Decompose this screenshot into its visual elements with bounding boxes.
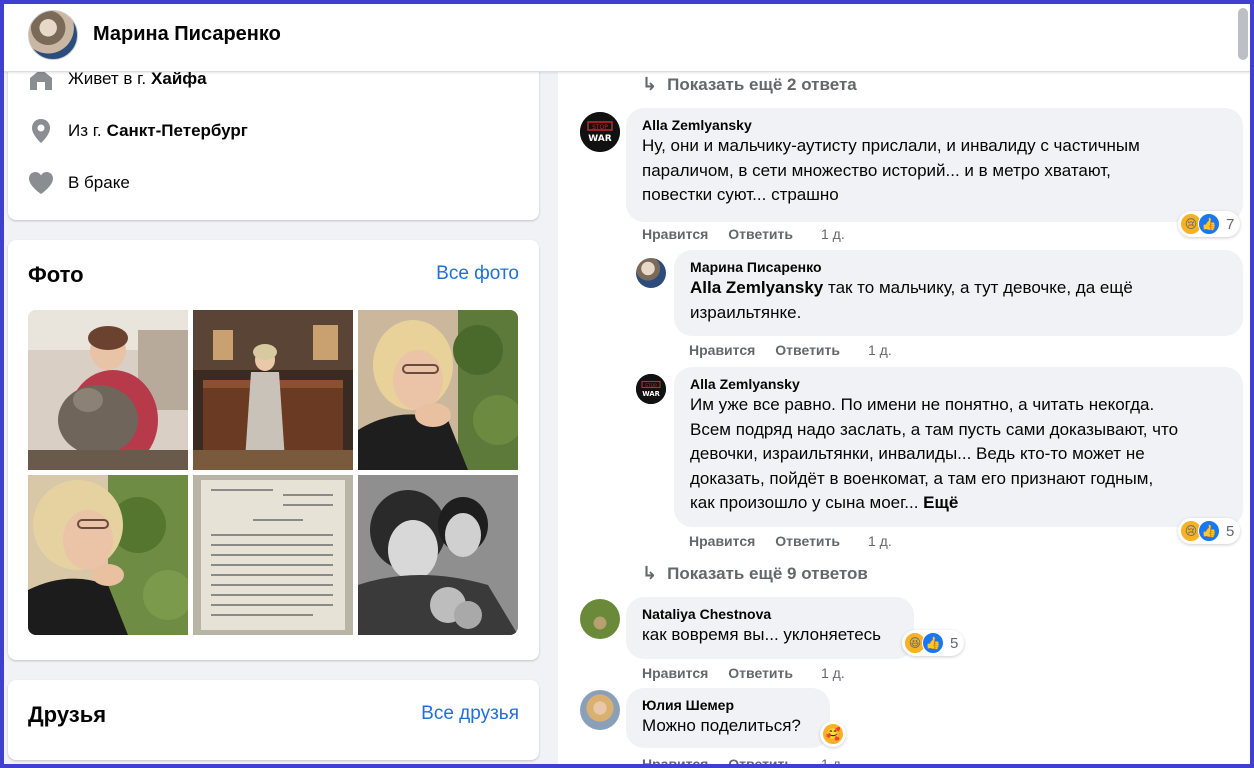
like-button[interactable]: Нравится xyxy=(642,756,708,768)
comment-actions: Нравится Ответить 1 д. xyxy=(689,533,892,549)
comment-actions: Нравится Ответить 1 д. xyxy=(689,342,892,358)
comment-time[interactable]: 1 д. xyxy=(821,665,845,681)
comment-time[interactable]: 1 д. xyxy=(821,756,845,768)
like-reaction-icon: 👍 xyxy=(1198,520,1220,542)
comment-time[interactable]: 1 д. xyxy=(821,226,845,242)
reactions-summary[interactable]: 🥰 xyxy=(820,721,846,747)
avatar-nataliya-chestnova[interactable] xyxy=(580,599,620,639)
photo-1[interactable] xyxy=(28,310,188,470)
from-city[interactable]: Санкт-Петербург xyxy=(107,121,248,141)
comment-bubble: Alla Zemlyansky Ну, они и мальчику-аутис… xyxy=(626,108,1243,222)
comment-author[interactable]: Alla Zemlyansky xyxy=(642,116,1227,134)
show-more-label: Показать ещё 2 ответа xyxy=(667,74,857,94)
comment-actions: Нравится Ответить 1 д. xyxy=(642,756,845,768)
photo-4[interactable] xyxy=(28,475,188,635)
comments-panel: ↳ Показать ещё 2 ответа STOP WAR Alla Ze… xyxy=(558,72,1254,768)
care-reaction-icon: 🥰 xyxy=(822,723,844,745)
intro-relationship: В браке xyxy=(28,170,130,196)
comment-author[interactable]: Марина Писаренко xyxy=(690,258,1227,276)
reply-button[interactable]: Ответить xyxy=(775,342,840,358)
from-label: Из г. xyxy=(68,121,102,140)
all-photos-link[interactable]: Все фото xyxy=(436,263,519,285)
avatar-alla-zemlyansky[interactable]: STOP WAR xyxy=(636,374,666,404)
reply-arrow-icon: ↳ xyxy=(642,563,658,583)
avatar-marina-pisarenko[interactable] xyxy=(636,258,666,288)
like-reaction-icon: 👍 xyxy=(1198,213,1220,235)
comment-text: Можно поделиться? xyxy=(642,716,801,735)
stop-badge-text: STOP xyxy=(592,124,608,131)
like-button[interactable]: Нравится xyxy=(642,665,708,681)
friends-card: Друзья Все друзья xyxy=(8,680,539,760)
comment-text: Им уже все равно. По имени не понятно, а… xyxy=(690,395,1179,512)
reaction-count: 5 xyxy=(1226,522,1235,540)
reply-button[interactable]: Ответить xyxy=(728,756,793,768)
comment-time[interactable]: 1 д. xyxy=(868,533,892,549)
profile-name[interactable]: Марина Писаренко xyxy=(93,23,281,46)
reply-button[interactable]: Ответить xyxy=(775,533,840,549)
show-more-replies-mid[interactable]: ↳ Показать ещё 9 ответов xyxy=(642,563,868,584)
comment-author[interactable]: Nataliya Chestnova xyxy=(642,605,898,623)
reply-button[interactable]: Ответить xyxy=(728,226,793,242)
comment-bubble: Юлия Шемер Можно поделиться? xyxy=(626,688,830,748)
heart-icon xyxy=(28,170,54,196)
show-more-replies-top[interactable]: ↳ Показать ещё 2 ответа xyxy=(642,74,857,95)
comment-bubble: Alla Zemlyansky Им уже все равно. По име… xyxy=(674,367,1243,527)
like-button[interactable]: Нравится xyxy=(689,533,755,549)
reply-button[interactable]: Ответить xyxy=(728,665,793,681)
comment-time[interactable]: 1 д. xyxy=(868,342,892,358)
like-reaction-icon: 👍 xyxy=(922,632,944,654)
photo-2[interactable] xyxy=(193,310,353,470)
profile-avatar[interactable] xyxy=(28,10,78,60)
friends-title[interactable]: Друзья xyxy=(28,702,106,728)
avatar-alla-zemlyansky[interactable]: STOP WAR xyxy=(580,112,620,152)
photos-card: Фото Все фото xyxy=(8,240,539,660)
lives-in-city[interactable]: Хайфа xyxy=(151,69,207,89)
comment-author[interactable]: Юлия Шемер xyxy=(642,696,814,714)
like-button[interactable]: Нравится xyxy=(689,342,755,358)
lives-in-label: Живет в г. xyxy=(68,69,147,88)
stop-badge-text: STOP xyxy=(645,383,657,389)
show-more-label: Показать ещё 9 ответов xyxy=(667,563,868,583)
see-more-link[interactable]: Ещё xyxy=(923,493,958,512)
all-friends-link[interactable]: Все друзья xyxy=(421,703,519,725)
reactions-summary[interactable]: 😢 👍 7 xyxy=(1178,211,1241,237)
photo-3[interactable] xyxy=(358,310,518,470)
reaction-count: 5 xyxy=(950,634,959,652)
comment-text: Ну, они и мальчику-аутисту прислали, и и… xyxy=(642,136,1140,204)
mention-link[interactable]: Alla Zemlyansky xyxy=(690,278,823,297)
profile-header: Марина Писаренко xyxy=(0,0,1254,72)
comment-bubble: Nataliya Chestnova как вовремя вы... укл… xyxy=(626,597,914,659)
comment-author[interactable]: Alla Zemlyansky xyxy=(690,375,1227,393)
comment-actions: Нравится Ответить 1 д. xyxy=(642,665,845,681)
comment-text: Alla Zemlyansky так то мальчику, а тут д… xyxy=(690,278,1133,322)
photo-5[interactable] xyxy=(193,475,353,635)
scrollbar[interactable] xyxy=(1238,8,1248,60)
avatar-yulia-shemer[interactable] xyxy=(580,690,620,730)
like-button[interactable]: Нравится xyxy=(642,226,708,242)
war-badge-text: WAR xyxy=(642,390,660,398)
relationship-status: В браке xyxy=(68,173,130,192)
intro-from: Из г. Санкт-Петербург xyxy=(28,118,248,144)
reactions-summary[interactable]: 😆 👍 5 xyxy=(902,630,965,656)
comment-actions: Нравится Ответить 1 д. xyxy=(642,226,845,242)
war-badge-text: WAR xyxy=(588,134,611,144)
comment-bubble: Марина Писаренко Alla Zemlyansky так то … xyxy=(674,250,1243,336)
location-pin-icon xyxy=(28,118,54,144)
reply-arrow-icon: ↳ xyxy=(642,74,658,94)
photo-6[interactable] xyxy=(358,475,518,635)
reaction-count: 7 xyxy=(1226,215,1235,233)
reactions-summary[interactable]: 😢 👍 5 xyxy=(1178,518,1241,544)
comment-text: как вовремя вы... уклоняетесь xyxy=(642,625,882,644)
photos-title[interactable]: Фото xyxy=(28,262,84,288)
